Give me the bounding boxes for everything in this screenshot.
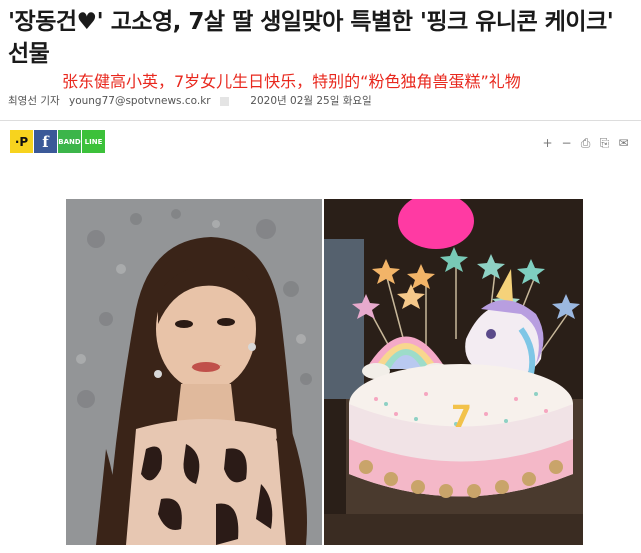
reporter-name: 최영선 기자 — [8, 95, 60, 107]
email-icon — [219, 96, 229, 106]
print-icon[interactable]: ⎙ — [576, 136, 595, 151]
article-photo: 7 — [66, 199, 583, 545]
article-tools: + − ⎙ ⎘ ✉ — [538, 136, 633, 151]
minus-icon[interactable]: − — [557, 136, 576, 151]
mail-icon[interactable]: ✉ — [614, 136, 633, 151]
line-share-button[interactable]: LINE — [82, 130, 105, 153]
chinese-overlay-caption: 张东健高小英，7岁女儿生日快乐，特别的“粉色独角兽蛋糕”礼物 — [62, 72, 521, 91]
plus-icon[interactable]: + — [538, 136, 557, 151]
facebook-share-button[interactable]: f — [34, 130, 57, 153]
p-share-button[interactable]: ·P — [10, 130, 33, 153]
copy-icon[interactable]: ⎘ — [595, 136, 614, 151]
article-headline: '장동건♥' 고소영, 7살 딸 생일맞아 특별한 '핑크 유니콘 케이크' 선… — [8, 9, 614, 67]
share-bar: ·P f BAND LINE — [10, 130, 106, 153]
band-share-button[interactable]: BAND — [58, 130, 81, 153]
photo-collage: 7 — [66, 199, 583, 545]
reporter-email[interactable]: young77@spotvnews.co.kr — [69, 95, 211, 107]
divider — [0, 120, 641, 121]
portrait-top — [126, 419, 286, 545]
publish-date: 2020년 02월 25일 화요일 — [250, 95, 372, 107]
byline: 최영선 기자 young77@spotvnews.co.kr 2020년 02월… — [8, 93, 378, 108]
number-seven-candle: 7 — [451, 400, 472, 435]
